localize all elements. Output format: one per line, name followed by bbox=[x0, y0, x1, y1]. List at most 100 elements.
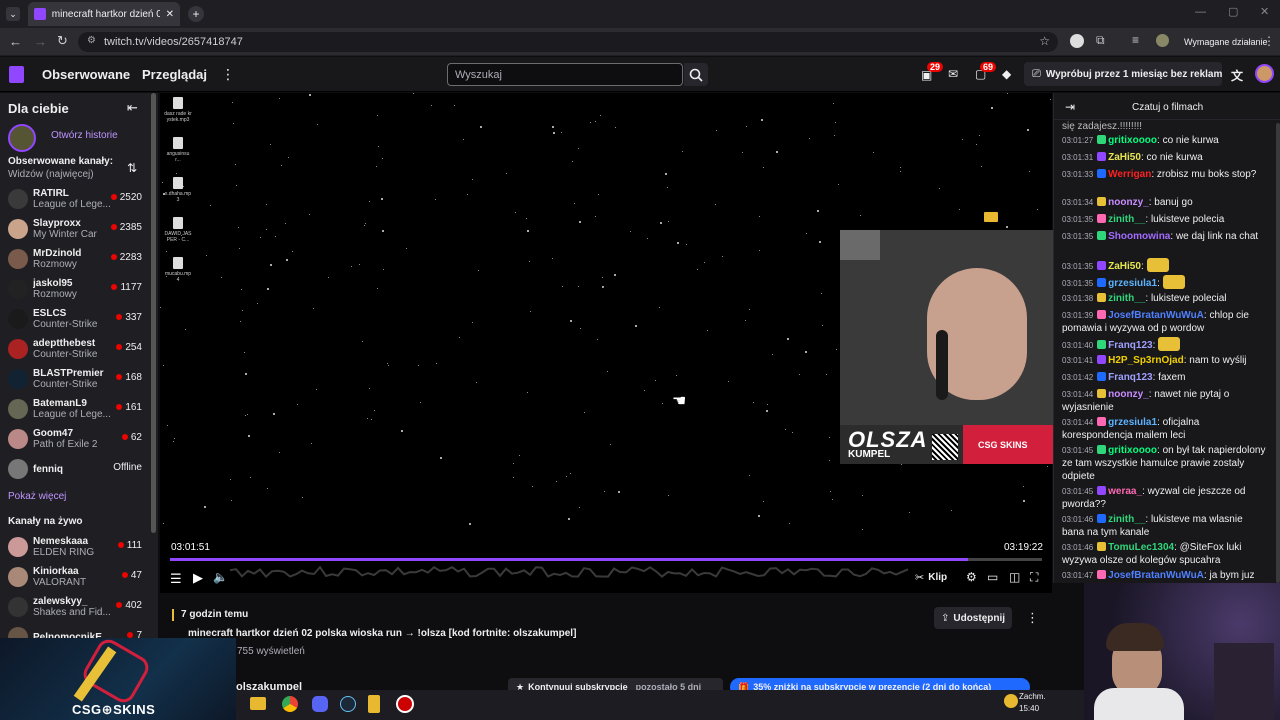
sidebar-scrollbar[interactable] bbox=[151, 93, 156, 533]
chat-username[interactable]: grzesiula1 bbox=[1108, 278, 1157, 289]
chat-username[interactable]: zinith__ bbox=[1108, 214, 1145, 225]
chat-message[interactable]: 03:01:41 H2P_Sp3rnOjad: nam to wyślij bbox=[1062, 354, 1267, 367]
chat-message[interactable]: 03:01:46 TomuLec1304: @SiteFox luki wyzyw… bbox=[1062, 541, 1267, 567]
fullscreen-icon[interactable]: ⛶ bbox=[1030, 570, 1038, 585]
new-tab-icon[interactable]: + bbox=[188, 6, 204, 22]
action-required-label[interactable]: Wymagane działanie bbox=[1184, 37, 1267, 47]
bits-icon[interactable]: ◆ bbox=[1002, 67, 1011, 81]
chat-username[interactable]: noonzy_ bbox=[1108, 197, 1149, 208]
chat-message[interactable]: 03:01:45 gritixoooo: on był tak napierdol… bbox=[1062, 444, 1267, 483]
chat-username[interactable]: JosefBratanWuWuA bbox=[1108, 570, 1204, 581]
chat-message[interactable]: 03:01:42 Franq123: faxem bbox=[1062, 371, 1267, 384]
chat-scrollbar[interactable] bbox=[1276, 123, 1280, 583]
forward-icon[interactable]: → bbox=[34, 34, 47, 49]
share-button[interactable]: ⇪ Udostępnij bbox=[934, 607, 1012, 629]
chat-message[interactable]: 03:01:38 zinith__: lukisteve polecial bbox=[1062, 292, 1267, 305]
open-history-link[interactable]: Otwórz historie bbox=[51, 130, 118, 141]
settings-gear-icon[interactable]: ⚙ bbox=[966, 570, 977, 584]
translate-icon[interactable]: 文 bbox=[1231, 67, 1243, 84]
twitch-logo-icon[interactable] bbox=[9, 66, 24, 83]
chat-message[interactable]: 03:01:40 Franq123: bbox=[1062, 337, 1267, 352]
followed-sort[interactable]: Widzów (najwięcej) bbox=[8, 169, 94, 180]
volume-icon[interactable]: 🔈 bbox=[213, 570, 228, 584]
chat-username[interactable]: H2P_Sp3rnOjad bbox=[1108, 355, 1184, 366]
chat-username[interactable]: TomuLec1304 bbox=[1108, 542, 1174, 553]
tab-close-icon[interactable]: ✕ bbox=[166, 9, 174, 20]
chat-message[interactable]: 03:01:35 zinith__: lukisteve polecia bbox=[1062, 213, 1267, 226]
browser-menu-icon[interactable]: ⋮ bbox=[1263, 34, 1275, 48]
show-more-link[interactable]: Pokaż więcej bbox=[8, 491, 66, 502]
chat-username[interactable]: weraa_ bbox=[1108, 486, 1142, 497]
chrome-icon[interactable] bbox=[282, 696, 298, 712]
followed-channel-item[interactable]: MrDzinold Rozmowy 2283 bbox=[0, 244, 150, 274]
followed-channel-item[interactable]: fenniq Offline bbox=[0, 454, 150, 484]
browser-tab[interactable]: minecraft hartkor dzień 02 ✕ bbox=[28, 2, 180, 26]
file-explorer-icon[interactable] bbox=[250, 697, 266, 710]
whispers-icon[interactable]: ✉ bbox=[948, 67, 958, 81]
tab-search-icon[interactable]: ⌄ bbox=[6, 7, 20, 21]
profile-avatar[interactable] bbox=[1156, 34, 1169, 47]
close-window-icon[interactable]: ✕ bbox=[1260, 5, 1269, 18]
followed-channel-item[interactable]: Slayproxx My Winter Car 2385 bbox=[0, 214, 150, 244]
chat-message[interactable]: 03:01:35 Shoomowina: we daj link na chat bbox=[1062, 230, 1267, 243]
followed-channel-item[interactable]: RATIRL League of Lege... 2520 bbox=[0, 184, 150, 214]
chat-username[interactable]: noonzy_ bbox=[1108, 389, 1149, 400]
history-avatar[interactable] bbox=[8, 124, 36, 152]
live-channel-item[interactable]: Nemeskaaa ELDEN RING 111 bbox=[0, 532, 150, 562]
back-icon[interactable]: ← bbox=[9, 34, 22, 49]
chat-message[interactable]: 03:01:34 noonzy_: banuj go bbox=[1062, 196, 1267, 209]
chat-username[interactable]: Werrigan bbox=[1108, 169, 1151, 180]
theatre-mode-icon[interactable]: ▭ bbox=[987, 570, 998, 584]
video-more-icon[interactable]: ⋮ bbox=[1026, 610, 1039, 626]
collapse-sidebar-icon[interactable]: ⇤ bbox=[127, 100, 138, 116]
live-channel-item[interactable]: Kiniorkaa VALORANT 47 bbox=[0, 562, 150, 592]
chat-message[interactable]: 03:01:45 weraa_: wyzwal cie jeszcze od pw… bbox=[1062, 485, 1267, 511]
minimize-icon[interactable]: — bbox=[1195, 6, 1206, 18]
reload-icon[interactable]: ↻ bbox=[57, 33, 68, 49]
app-icon[interactable] bbox=[368, 695, 380, 713]
chat-username[interactable]: JosefBratanWuWuA bbox=[1108, 310, 1204, 321]
chat-username[interactable]: Shoomowina bbox=[1108, 231, 1170, 242]
search-input[interactable]: Wyszukaj bbox=[447, 63, 683, 86]
chat-username[interactable]: ZaHi50 bbox=[1108, 261, 1141, 272]
chat-username[interactable]: Franq123 bbox=[1108, 372, 1152, 383]
chat-username[interactable]: gritixoooo bbox=[1108, 445, 1157, 456]
chat-message[interactable]: 03:01:33 Werrigan: zrobisz mu boks stop? bbox=[1062, 168, 1267, 181]
site-info-icon[interactable]: ⚙ bbox=[87, 35, 96, 46]
discord-icon[interactable] bbox=[312, 696, 328, 712]
followed-channel-item[interactable]: adeptthebest Counter-Strike 254 bbox=[0, 334, 150, 364]
chat-message[interactable]: 03:01:47JosefBratanWuWuA: ja bym juz tam… bbox=[1062, 569, 1267, 583]
sort-icon[interactable]: ⇅ bbox=[127, 161, 137, 175]
extension-icon[interactable] bbox=[1070, 34, 1084, 48]
chat-message[interactable]: 03:01:44 noonzy_: nawet nie pytaj o wyjas… bbox=[1062, 388, 1267, 414]
followed-channel-item[interactable]: jaskol95 Rozmowy 1177 bbox=[0, 274, 150, 304]
chat-message[interactable]: 03:01:31 ZaHi50: co nie kurwa bbox=[1062, 151, 1267, 164]
chat-message[interactable]: 03:01:46 zinith__: lukisteve ma wlasnie b… bbox=[1062, 513, 1267, 539]
steam-icon[interactable] bbox=[340, 696, 356, 712]
maximize-icon[interactable]: ▢ bbox=[1228, 5, 1238, 18]
followed-channel-item[interactable]: BatemanL9 League of Lege... 161 bbox=[0, 394, 150, 424]
clip-button[interactable]: ✂ Klip bbox=[915, 568, 947, 586]
search-button[interactable] bbox=[684, 63, 708, 86]
more-menu-icon[interactable]: ⋮ bbox=[221, 66, 235, 83]
chat-message[interactable]: 03:01:39 JosefBratanWuWuA: chlop cie poma… bbox=[1062, 309, 1267, 335]
chat-username[interactable]: gritixoooo bbox=[1108, 135, 1157, 146]
chat-username[interactable]: zinith__ bbox=[1108, 293, 1145, 304]
bookmark-star-icon[interactable]: ☆ bbox=[1039, 34, 1050, 48]
chapters-icon[interactable]: ☰ bbox=[170, 571, 182, 587]
nav-browse[interactable]: Przeglądaj bbox=[142, 67, 207, 82]
collapse-chat-icon[interactable]: ⇥ bbox=[1065, 100, 1075, 114]
url-bar[interactable]: ⚙ twitch.tv/videos/2657418747 ☆ bbox=[78, 32, 1058, 52]
no-ads-promo-button[interactable]: ⎚ Wypróbuj przez 1 miesiąc bez reklam bbox=[1024, 62, 1222, 86]
play-icon[interactable]: ▶ bbox=[193, 570, 203, 586]
extensions-puzzle-icon[interactable]: ⧉ bbox=[1096, 33, 1105, 48]
chat-username[interactable]: zinith__ bbox=[1108, 514, 1145, 525]
chat-username[interactable]: grzesiula1 bbox=[1108, 417, 1157, 428]
followed-channel-item[interactable]: BLASTPremier Counter-Strike 168 bbox=[0, 364, 150, 394]
obs-icon[interactable] bbox=[396, 695, 414, 713]
media-control-icon[interactable]: ≡ bbox=[1132, 33, 1139, 47]
followed-channel-item[interactable]: Goom47 Path of Exile 2 62 bbox=[0, 424, 150, 454]
chat-message[interactable]: 03:01:35 ZaHi50: bbox=[1062, 258, 1267, 273]
followed-channel-item[interactable]: ESLCS Counter-Strike 337 bbox=[0, 304, 150, 334]
nav-followed[interactable]: Obserwowane bbox=[42, 67, 130, 82]
